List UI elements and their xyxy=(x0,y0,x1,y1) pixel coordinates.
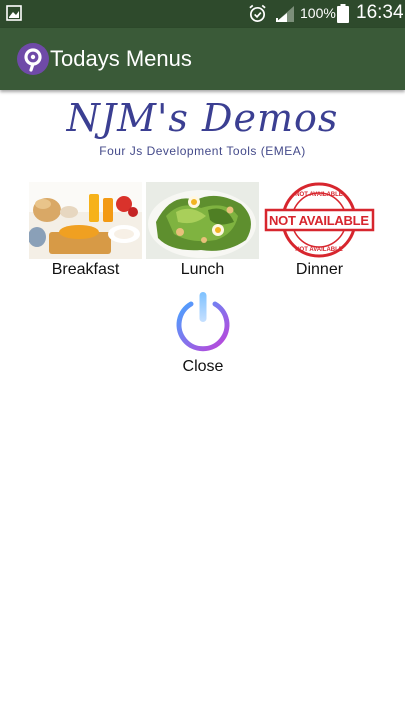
page-title: Todays Menus xyxy=(50,46,192,71)
close-label: Close xyxy=(182,358,224,375)
stamp-bottom-text: NOT AVAILABLE xyxy=(295,247,343,253)
notification-image-icon xyxy=(6,5,22,21)
app-logo-icon xyxy=(17,43,49,75)
battery-icon xyxy=(337,4,349,23)
salad-photo xyxy=(146,182,259,259)
app-bar: Todays Menus xyxy=(0,28,405,90)
breakfast-photo xyxy=(29,182,142,259)
menu-item-breakfast[interactable]: Breakfast xyxy=(29,182,142,282)
status-time: 16:34 xyxy=(356,2,404,23)
menu-label-lunch: Lunch xyxy=(180,261,225,278)
stamp-top-text: NOT AVAILABLE xyxy=(295,192,343,198)
battery-percent: 100% xyxy=(300,5,336,21)
alarm-icon xyxy=(249,4,266,22)
menu-item-lunch[interactable]: Lunch xyxy=(146,182,259,282)
logo-title: NJM's Demos xyxy=(66,96,339,140)
menu-label-dinner: Dinner xyxy=(295,261,344,278)
logo-tagline: Four Js Development Tools (EMEA) xyxy=(99,144,306,158)
close-button[interactable]: Close xyxy=(163,290,243,380)
njm-demos-logo: NJM's Demos Four Js Development Tools (E… xyxy=(60,96,345,162)
menu-item-dinner[interactable]: NOT AVAILABLE NOT AVAILABLE NOT AVAILABL… xyxy=(263,182,376,282)
signal-icon xyxy=(276,6,294,22)
not-available-stamp: NOT AVAILABLE NOT AVAILABLE NOT AVAILABL… xyxy=(263,182,376,259)
menu-label-breakfast: Breakfast xyxy=(51,261,120,278)
status-bar: 100% 16:34 xyxy=(0,0,405,28)
power-icon xyxy=(176,292,230,352)
stamp-main-text: NOT AVAILABLE xyxy=(269,213,369,228)
